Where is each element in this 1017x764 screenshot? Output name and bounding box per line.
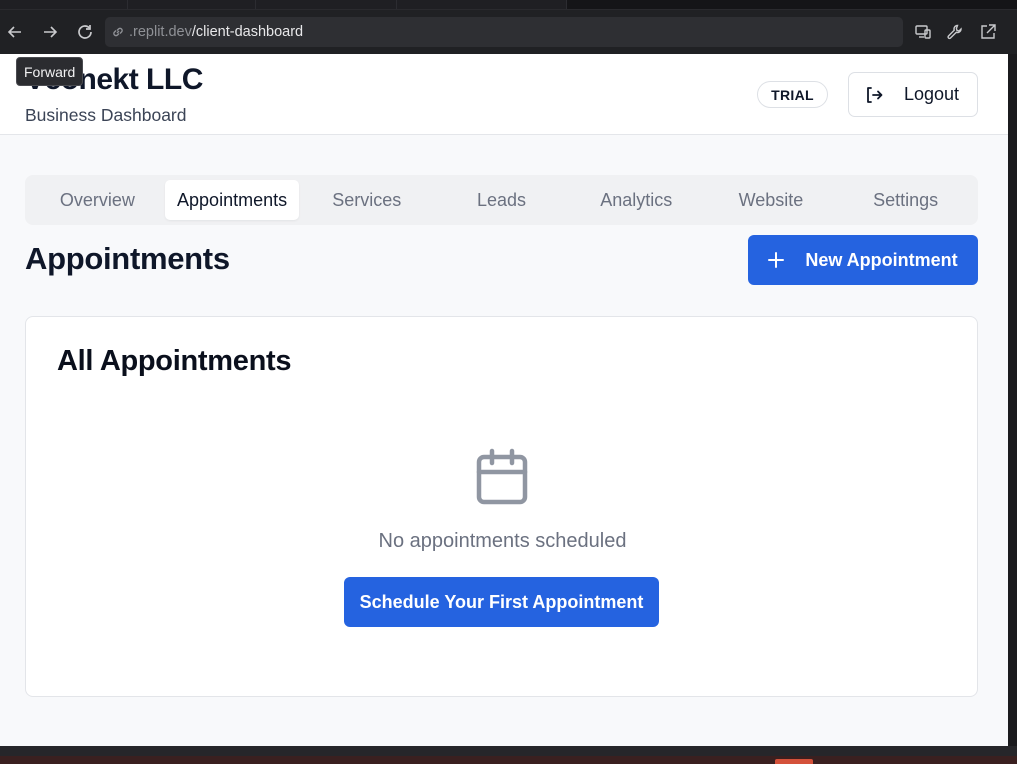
tab-website[interactable]: Website: [704, 180, 839, 220]
card-title: All Appointments: [57, 345, 292, 377]
new-appointment-label: New Appointment: [805, 249, 958, 270]
page-title: Appointments: [25, 241, 230, 276]
tab-leads[interactable]: Leads: [434, 180, 569, 220]
forward-tooltip: Forward: [16, 57, 84, 86]
schedule-first-appointment-button[interactable]: Schedule Your First Appointment: [344, 577, 659, 627]
browser-tab[interactable]: [0, 0, 128, 9]
app-header: Vconekt LLC Business Dashboard TRIAL Log…: [0, 54, 1008, 135]
reload-icon[interactable]: [73, 20, 97, 44]
tab-analytics[interactable]: Analytics: [569, 180, 704, 220]
back-arrow-icon[interactable]: [3, 20, 27, 44]
logout-label: Logout: [904, 84, 960, 104]
browser-tab[interactable]: [256, 0, 397, 9]
wrench-icon[interactable]: [943, 20, 967, 44]
taskbar-background: [0, 756, 1017, 764]
window-edge: [1008, 54, 1017, 746]
devices-icon[interactable]: [911, 20, 935, 44]
open-external-icon[interactable]: [976, 20, 1000, 44]
url-domain: .replit.dev: [129, 24, 192, 40]
new-appointment-button[interactable]: New Appointment: [748, 235, 978, 285]
tab-overview[interactable]: Overview: [30, 180, 165, 220]
browser-toolbar: .replit.dev/client-dashboard: [0, 9, 1017, 54]
tab-settings[interactable]: Settings: [838, 180, 973, 220]
logout-button[interactable]: Logout: [848, 72, 978, 117]
dashboard-tabs: Overview Appointments Services Leads Ana…: [25, 175, 978, 225]
taskbar-strip: [0, 746, 1017, 764]
logout-icon: [864, 85, 884, 105]
address-bar[interactable]: .replit.dev/client-dashboard: [105, 17, 903, 47]
forward-arrow-icon[interactable]: [38, 20, 62, 44]
status-badge: TRIAL: [757, 81, 828, 108]
calendar-icon: [474, 448, 530, 506]
browser-tab-strip: [0, 0, 1017, 9]
tab-appointments[interactable]: Appointments: [164, 180, 300, 220]
empty-state-text: No appointments scheduled: [378, 530, 627, 552]
taskbar-accent: [775, 759, 813, 764]
appointments-card: All Appointments No appointments schedul…: [25, 316, 978, 697]
link-icon: [111, 25, 125, 39]
url-path: /client-dashboard: [191, 24, 304, 40]
brand-subtitle: Business Dashboard: [25, 105, 187, 125]
browser-tab[interactable]: [128, 0, 256, 9]
tab-services[interactable]: Services: [299, 180, 434, 220]
plus-icon: [768, 252, 785, 268]
browser-tab[interactable]: [397, 0, 567, 9]
page-viewport: Vconekt LLC Business Dashboard TRIAL Log…: [0, 54, 1008, 746]
